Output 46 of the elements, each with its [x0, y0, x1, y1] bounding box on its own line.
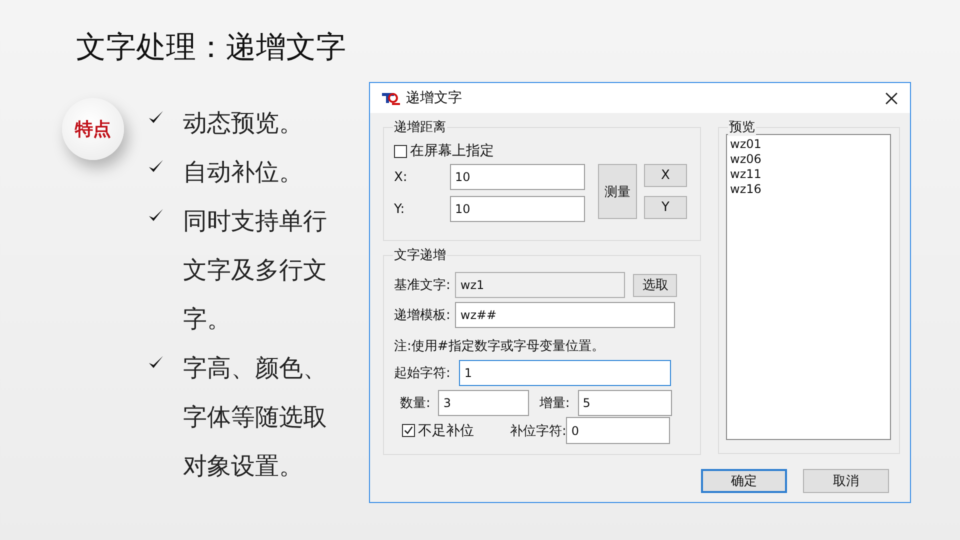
badge: 特点 [62, 98, 124, 160]
group-label: 预览 [728, 118, 756, 136]
list-item[interactable]: wz16 [730, 182, 887, 197]
input-field[interactable]: 1 [459, 360, 672, 386]
check-icon [148, 158, 164, 174]
group-label: 文字递增 [393, 246, 447, 264]
input-field[interactable]: 3 [438, 390, 530, 416]
checkbox[interactable] [394, 144, 407, 158]
dialog-button[interactable]: 取消 [803, 469, 889, 493]
checkbox-label: 在屏幕上指定 [410, 142, 494, 160]
bullet-text: 自动补位。 [183, 157, 304, 188]
measure-button[interactable]: 测量 [598, 164, 637, 219]
slide-title: 文字处理：递增文字 [76, 29, 347, 67]
field-label: 增量: [539, 395, 570, 412]
input-field[interactable]: wz## [455, 302, 676, 328]
app-logo-icon [380, 90, 400, 106]
field-label: 数量: [400, 395, 430, 412]
group-label: 递增距离 [393, 118, 447, 136]
check-icon [148, 109, 164, 125]
axis-button[interactable]: Y [644, 196, 687, 219]
field-label: 起始字符: [394, 365, 450, 382]
bullet-text: 字高、颜色、字体等随选取对象设置。 [183, 353, 328, 482]
field-label: 补位字符: [510, 422, 566, 440]
close-button[interactable] [883, 90, 900, 106]
field-label: 基准文字: [394, 277, 450, 294]
field-label: 递增模板: [394, 307, 450, 324]
check-icon [148, 354, 164, 370]
note-text: 注:使用#指定数字或字母变量位置。 [394, 338, 606, 355]
input-field[interactable]: 5 [578, 390, 672, 416]
axis-button[interactable]: X [644, 164, 687, 187]
input-field[interactable]: 10 [450, 164, 585, 190]
check-icon [148, 207, 164, 223]
field-label: X: [394, 170, 408, 184]
checkbox[interactable] [402, 424, 415, 437]
window-title: 递增文字 [406, 89, 463, 107]
dialog-button[interactable]: 确定 [701, 469, 787, 493]
input-field[interactable]: 0 [566, 417, 670, 444]
list-item[interactable]: wz01 [730, 137, 887, 152]
field-label: Y: [394, 202, 406, 216]
pick-button[interactable]: 选取 [633, 274, 678, 296]
bullet-text: 动态预览。 [183, 108, 304, 139]
bullet-text: 同时支持单行文字及多行文字。 [183, 206, 328, 335]
list-item[interactable]: wz06 [730, 152, 887, 167]
input-field[interactable]: 10 [450, 196, 585, 222]
checkbox-label: 不足补位 [418, 422, 474, 440]
list-item[interactable]: wz11 [730, 167, 887, 182]
